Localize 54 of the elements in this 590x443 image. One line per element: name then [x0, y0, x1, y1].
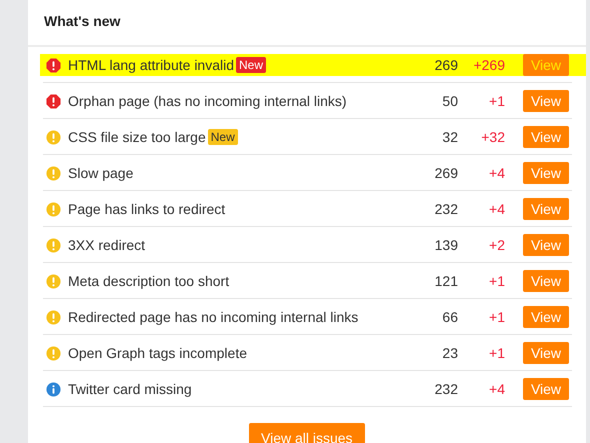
issue-count: 269 — [434, 165, 458, 181]
issue-title: HTML lang attribute invalid — [68, 57, 234, 73]
issue-change: +2 — [488, 237, 505, 253]
view-button[interactable]: View — [523, 162, 569, 184]
issue-title: Slow page — [68, 165, 134, 181]
issue-title: Page has links to redirect — [68, 201, 226, 217]
issue-title: Open Graph tags incomplete — [68, 345, 247, 361]
new-badge: New — [236, 57, 266, 73]
issue-count: 232 — [434, 381, 458, 397]
view-all-button[interactable]: View all issues — [249, 423, 365, 443]
issue-count: 139 — [434, 237, 458, 253]
warning-icon — [46, 166, 61, 180]
warning-icon — [46, 202, 61, 216]
issue-count: 32 — [441, 129, 458, 145]
new-badge: New — [208, 129, 238, 145]
view-button[interactable]: View — [523, 306, 569, 328]
issue-count: 232 — [434, 201, 458, 217]
issue-title: CSS file size too large — [68, 129, 206, 145]
issue-count: 269 — [434, 57, 458, 73]
issue-change: +1 — [488, 93, 505, 109]
issue-count: 121 — [434, 273, 458, 289]
view-button[interactable]: View — [523, 270, 569, 292]
issue-title: Twitter card missing — [68, 381, 192, 397]
warning-icon — [46, 238, 61, 252]
issue-change: +4 — [488, 381, 505, 397]
warning-icon — [46, 310, 61, 324]
view-button[interactable]: View — [523, 234, 569, 256]
error-icon — [46, 94, 61, 108]
issue-title: 3XX redirect — [68, 237, 146, 253]
warning-icon — [46, 130, 61, 144]
issue-change: +1 — [488, 309, 505, 325]
issue-change: +269 — [472, 57, 505, 73]
issue-change: +4 — [488, 165, 505, 181]
issue-title: Redirected page has no incoming internal links — [68, 309, 358, 325]
view-button[interactable]: View — [523, 54, 569, 76]
issue-count: 23 — [441, 345, 458, 361]
panel-title: What's new — [44, 13, 120, 29]
view-button[interactable]: View — [523, 342, 569, 364]
issue-count: 66 — [441, 309, 458, 325]
view-button[interactable]: View — [523, 90, 569, 112]
issue-change: +32 — [480, 129, 505, 145]
issue-title: Orphan page (has no incoming internal links) — [68, 93, 347, 109]
view-button[interactable]: View — [523, 126, 569, 148]
issue-count: 50 — [441, 93, 458, 109]
info-icon — [46, 382, 61, 396]
view-button[interactable]: View — [523, 378, 569, 400]
issue-change: +4 — [488, 201, 505, 217]
issue-change: +1 — [488, 273, 505, 289]
warning-icon — [46, 274, 61, 288]
issue-title: Meta description too short — [68, 273, 230, 289]
view-button[interactable]: View — [523, 198, 569, 220]
issue-change: +1 — [488, 345, 505, 361]
warning-icon — [46, 346, 61, 360]
error-icon — [46, 58, 61, 72]
